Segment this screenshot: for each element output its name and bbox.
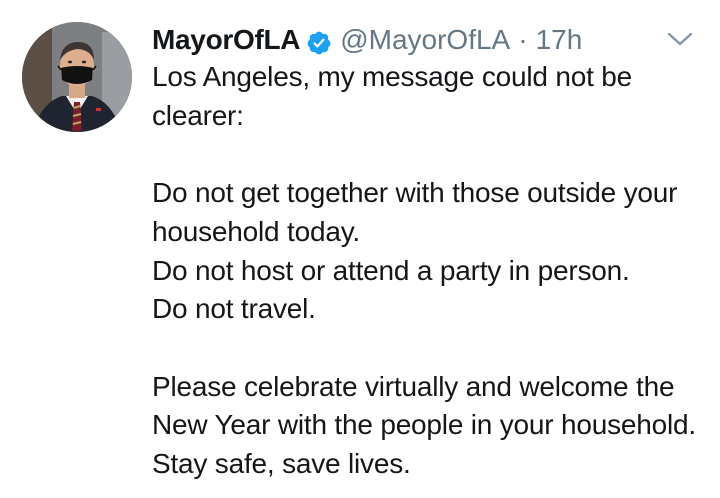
display-name[interactable]: MayorOfLA	[152, 20, 301, 60]
tweet-header: MayorOfLA @MayorOfLA · 17h	[152, 20, 582, 60]
tweet: MayorOfLA @MayorOfLA · 17h Los Angeles, …	[0, 0, 720, 498]
tweet-text: Los Angeles, my message could not be cle…	[152, 61, 697, 480]
timestamp[interactable]: 17h	[536, 20, 583, 60]
avatar[interactable]	[22, 22, 132, 132]
chevron-down-icon[interactable]	[666, 28, 694, 50]
handle[interactable]: @MayorOfLA	[340, 20, 510, 60]
verified-badge-icon	[306, 27, 332, 55]
separator: ·	[518, 24, 528, 55]
avatar-photo	[22, 22, 132, 132]
